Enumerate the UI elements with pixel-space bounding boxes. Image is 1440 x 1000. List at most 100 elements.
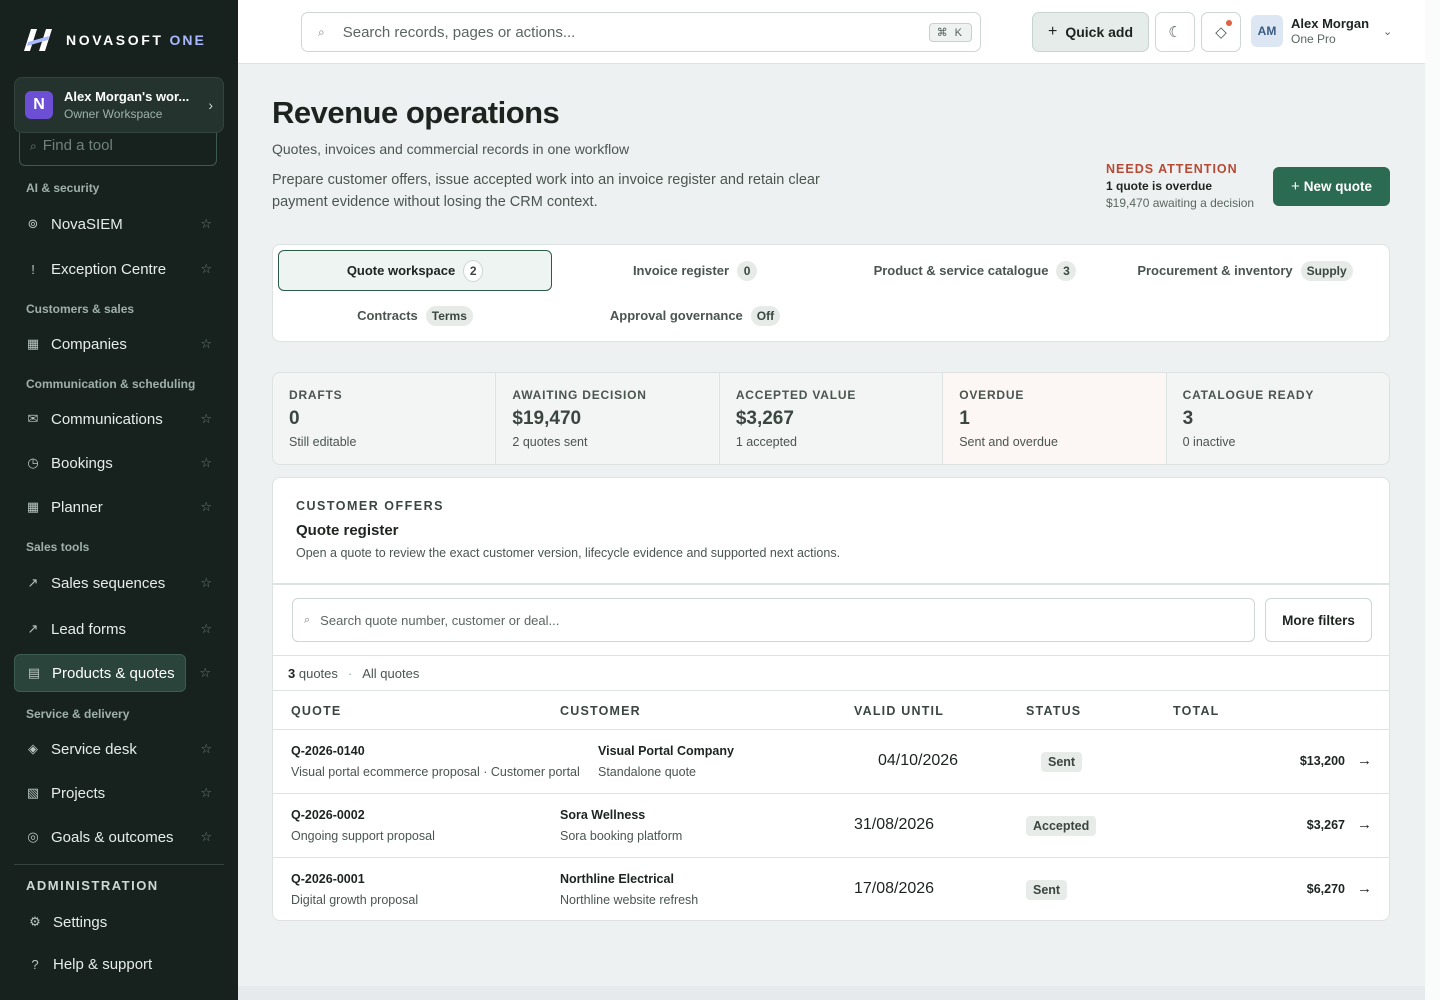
column-header-valid-until[interactable]: VALID UNTIL (854, 704, 944, 718)
star-icon[interactable]: ☆ (199, 665, 211, 681)
star-icon[interactable]: ☆ (200, 621, 212, 637)
column-header-status[interactable]: STATUS (1026, 704, 1081, 718)
tab-procurement-inventory[interactable]: Procurement & inventory Supply (1108, 250, 1382, 291)
find-tool-input[interactable]: ⌕ Find a tool (19, 133, 217, 166)
plus-icon: + (1047, 23, 1058, 40)
star-icon[interactable]: ☆ (200, 785, 212, 801)
sidebar-item-planner[interactable]: ▦ Planner ☆ (14, 488, 224, 526)
sidebar-item-label: Goals & outcomes (51, 828, 174, 846)
customer-deal: Standalone quote (598, 765, 697, 779)
stat-awaiting-decision: AWAITING DECISION $19,470 2 quotes sent (496, 373, 720, 464)
quote-total: $3,267 (1306, 818, 1345, 832)
sidebar-item-help-support[interactable]: ? Help & support (14, 945, 224, 983)
star-icon[interactable]: ☆ (200, 455, 212, 471)
stat-subtext: Sent and overdue (959, 435, 1058, 449)
sidebar-item-settings[interactable]: ⚙ Settings (14, 903, 224, 941)
building-icon: ▦ (26, 336, 40, 351)
attention-title: NEEDS ATTENTION (1106, 162, 1238, 176)
tab-product-service-catalogue[interactable]: Product & service catalogue 3 (838, 250, 1112, 291)
stat-subtext: Still editable (289, 435, 357, 449)
sidebar-item-products-quotes[interactable]: ▤ Products & quotes ☆ (14, 654, 211, 692)
star-icon[interactable]: ☆ (200, 741, 212, 757)
customer-name: Northline Electrical (560, 872, 674, 886)
stat-value: 1 (959, 408, 970, 429)
arrow-right-icon[interactable]: → (1357, 752, 1372, 769)
sidebar-item-novasiem[interactable]: ⊚ NovaSIEM ☆ (14, 205, 224, 243)
sidebar-item-exception-centre[interactable]: ! Exception Centre ☆ (14, 250, 224, 288)
stat-label: CATALOGUE READY (1182, 388, 1315, 402)
table-row[interactable]: Q-2026-0002 Ongoing support proposal Sor… (273, 794, 1389, 858)
sidebar-item-projects[interactable]: ▧ Projects ☆ (14, 774, 224, 812)
global-search-input[interactable]: ⌕ Search records, pages or actions... ⌘ … (301, 12, 981, 52)
workspace-name: Alex Morgan's wor... (64, 89, 190, 104)
table-header: QUOTE CUSTOMER VALID UNTIL STATUS TOTAL (273, 690, 1389, 730)
target-icon: ◎ (27, 829, 39, 844)
table-row[interactable]: Q-2026-0140 Visual portal ecommerce prop… (273, 730, 1389, 794)
tab-approval-governance[interactable]: Approval governance Off (558, 295, 832, 336)
new-quote-button[interactable]: + New quote (1273, 167, 1390, 206)
stat-accepted-value: ACCEPTED VALUE $3,267 1 accepted (720, 373, 944, 464)
star-icon[interactable]: ☆ (200, 411, 212, 427)
tab-label: Quote workspace (346, 263, 456, 278)
customer-name: Visual Portal Company (598, 744, 734, 758)
stat-value: 0 (289, 408, 300, 429)
diamond-icon: ◈ (28, 741, 38, 756)
sidebar-item-label: Bookings (51, 454, 113, 472)
brand-logo[interactable]: NOVASOFT ONE (22, 26, 206, 54)
star-icon[interactable]: ☆ (200, 261, 212, 277)
valid-until-date: 31/08/2026 (854, 816, 935, 833)
sidebar-item-bookings[interactable]: ◷ Bookings ☆ (14, 444, 224, 482)
column-header-quote[interactable]: QUOTE (291, 704, 341, 718)
quote-register-card: CUSTOMER OFFERS Quote register Open a qu… (272, 477, 1390, 921)
sidebar-item-label: Settings (53, 913, 108, 931)
arrow-right-icon[interactable]: → (1357, 880, 1372, 897)
sidebar-item-companies[interactable]: ▦ Companies ☆ (14, 325, 224, 363)
plus-icon: + (1290, 178, 1300, 195)
arrow-right-icon[interactable]: → (1357, 816, 1372, 833)
table-row[interactable]: Q-2026-0001 Digital growth proposal Nort… (273, 858, 1389, 920)
sidebar-item-label: Planner (51, 498, 103, 516)
tab-count-badge: 3 (1056, 260, 1077, 281)
star-icon[interactable]: ☆ (200, 575, 212, 591)
quote-search-input[interactable]: ⌕ Search quote number, customer or deal..… (292, 598, 1255, 642)
tab-label: Product & service catalogue (873, 263, 1049, 278)
tab-invoice-register[interactable]: Invoice register 0 (558, 250, 832, 291)
tab-badge: Off (750, 305, 781, 326)
star-icon[interactable]: ☆ (200, 216, 212, 232)
column-header-total[interactable]: TOTAL (1173, 704, 1220, 718)
tab-label: Procurement & inventory (1137, 263, 1293, 278)
stat-label: DRAFTS (289, 388, 343, 402)
notifications-button[interactable]: ◇ (1201, 12, 1241, 52)
column-header-customer[interactable]: CUSTOMER (560, 704, 641, 718)
sidebar-item-communications[interactable]: ✉ Communications ☆ (14, 400, 224, 438)
sidebar-item-sales-sequences[interactable]: ↗ Sales sequences ☆ (14, 564, 224, 602)
scrollbar[interactable] (1425, 0, 1440, 1000)
attention-detail: $19,470 awaiting a decision (1106, 196, 1255, 210)
attention-panel: NEEDS ATTENTION 1 quote is overdue $19,4… (1106, 162, 1266, 210)
customer-name: Sora Wellness (560, 808, 646, 822)
tab-count-badge: 2 (463, 259, 484, 282)
theme-toggle-button[interactable]: ☾ (1155, 12, 1195, 52)
quote-search-placeholder: Search quote number, customer or deal... (320, 612, 560, 628)
quick-add-button[interactable]: + Quick add (1032, 12, 1149, 52)
sidebar-item-lead-forms[interactable]: ↗ Lead forms ☆ (14, 610, 224, 648)
star-icon[interactable]: ☆ (200, 829, 212, 845)
sidebar-item-service-desk[interactable]: ◈ Service desk ☆ (14, 730, 224, 768)
star-icon[interactable]: ☆ (200, 336, 212, 352)
nav-section-ai-security: AI & security (26, 181, 100, 195)
star-icon[interactable]: ☆ (200, 499, 212, 515)
target-icon: ⊚ (27, 216, 39, 231)
quote-number: Q-2026-0140 (291, 744, 365, 758)
attention-message: 1 quote is overdue (1106, 179, 1213, 193)
register-kicker: CUSTOMER OFFERS (296, 499, 444, 513)
diamond-icon: ◇ (1215, 24, 1227, 41)
workspace-switcher[interactable]: N Alex Morgan's wor... Owner Workspace › (14, 77, 224, 133)
more-filters-button[interactable]: More filters (1265, 598, 1372, 642)
tab-quote-workspace[interactable]: Quote workspace 2 (278, 250, 552, 291)
user-menu[interactable]: AM Alex Morgan One Pro ⌄ (1251, 15, 1392, 47)
sidebar-item-goals-outcomes[interactable]: ◎ Goals & outcomes ☆ (14, 818, 224, 856)
quote-title: Ongoing support proposal (291, 829, 435, 843)
page-footer-strip (238, 986, 1425, 1000)
tab-contracts[interactable]: Contracts Terms (278, 295, 552, 336)
chevron-down-icon: ⌄ (1383, 25, 1393, 38)
